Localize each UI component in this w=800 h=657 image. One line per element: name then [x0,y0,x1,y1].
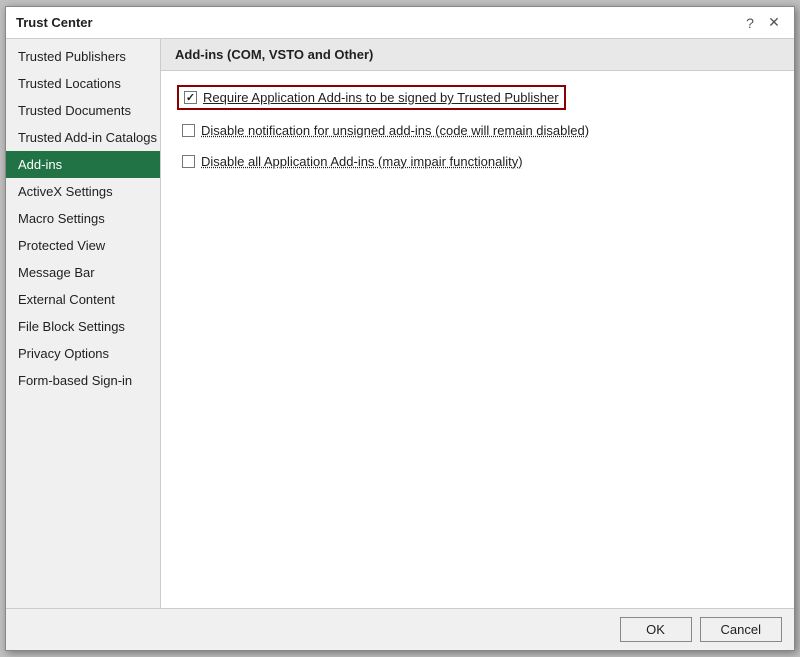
checkbox-label-require-signed: Require Application Add-ins to be signed… [203,90,559,105]
dialog-footer: OK Cancel [6,608,794,650]
checkbox-disable-all[interactable] [182,155,195,168]
checkbox-label-disable-all: Disable all Application Add-ins (may imp… [201,154,523,169]
title-bar-controls: ? ✕ [740,13,784,33]
checkbox-row-disable-notification: Disable notification for unsigned add-in… [177,120,778,141]
dialog-title: Trust Center [16,15,93,30]
title-bar-left: Trust Center [16,15,93,30]
sidebar-item-trusted-documents[interactable]: Trusted Documents [6,97,160,124]
checkbox-label-disable-notification: Disable notification for unsigned add-in… [201,123,589,138]
close-button[interactable]: ✕ [764,13,784,33]
dialog-body: Trusted PublishersTrusted LocationsTrust… [6,39,794,608]
sidebar-item-message-bar[interactable]: Message Bar [6,259,160,286]
help-button[interactable]: ? [740,13,760,33]
title-bar: Trust Center ? ✕ [6,7,794,39]
checkbox-row-require-signed: Require Application Add-ins to be signed… [177,85,566,110]
checkbox-disable-notification[interactable] [182,124,195,137]
sidebar: Trusted PublishersTrusted LocationsTrust… [6,39,161,608]
sidebar-item-privacy-options[interactable]: Privacy Options [6,340,160,367]
sidebar-item-add-ins[interactable]: Add-ins [6,151,160,178]
sidebar-item-file-block-settings[interactable]: File Block Settings [6,313,160,340]
sidebar-item-external-content[interactable]: External Content [6,286,160,313]
checkbox-require-signed[interactable] [184,91,197,104]
sidebar-item-trusted-addin-catalogs[interactable]: Trusted Add-in Catalogs [6,124,160,151]
trust-center-dialog: Trust Center ? ✕ Trusted PublishersTrust… [5,6,795,651]
sidebar-item-activex-settings[interactable]: ActiveX Settings [6,178,160,205]
content-area: Add-ins (COM, VSTO and Other) Require Ap… [161,39,794,608]
content-header: Add-ins (COM, VSTO and Other) [161,39,794,71]
sidebar-item-form-based-sign-in[interactable]: Form-based Sign-in [6,367,160,394]
sidebar-item-macro-settings[interactable]: Macro Settings [6,205,160,232]
sidebar-item-trusted-publishers[interactable]: Trusted Publishers [6,43,160,70]
sidebar-item-protected-view[interactable]: Protected View [6,232,160,259]
ok-button[interactable]: OK [620,617,692,642]
content-body: Require Application Add-ins to be signed… [161,71,794,608]
cancel-button[interactable]: Cancel [700,617,782,642]
checkbox-row-disable-all: Disable all Application Add-ins (may imp… [177,151,778,172]
sidebar-item-trusted-locations[interactable]: Trusted Locations [6,70,160,97]
